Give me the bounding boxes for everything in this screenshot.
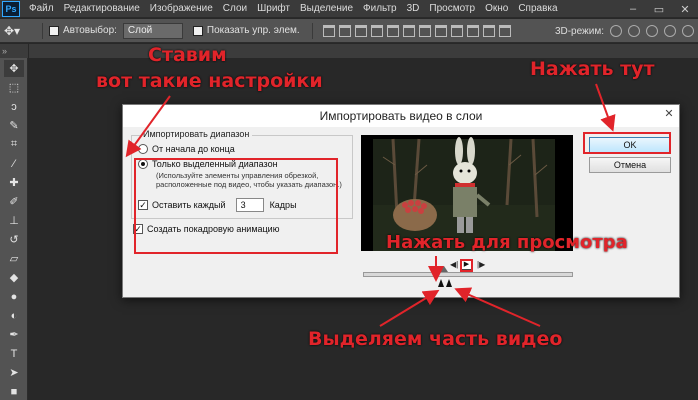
- next-frame-icon[interactable]: |▶: [477, 260, 485, 269]
- align-middle-icon[interactable]: [338, 24, 351, 37]
- menu-type[interactable]: Шрифт: [252, 0, 295, 18]
- tools-panel: ✥ ⬚ ↄ ✎ ⌗ ⁄ ✚ ✐ ⊥ ↺ ▱ ◆ ● ◐ ✒ T ➤ ■: [0, 58, 28, 400]
- radio-from-start-label: От начала до конца: [152, 144, 235, 154]
- distribute-bottom-icon[interactable]: [450, 24, 463, 37]
- marquee-tool-icon[interactable]: ⬚: [4, 79, 24, 96]
- annotation-select-part: Выделяем часть видео: [308, 328, 563, 350]
- path-select-tool-icon[interactable]: ➤: [4, 364, 24, 381]
- prev-frame-icon[interactable]: ◀|: [450, 260, 458, 269]
- menu-edit[interactable]: Редактирование: [59, 0, 145, 18]
- auto-select-label: Автовыбор:: [63, 25, 117, 36]
- shape-tool-icon[interactable]: ■: [4, 383, 24, 400]
- 3d-orbit-icon[interactable]: [610, 25, 622, 37]
- close-icon[interactable]: ✕: [672, 0, 698, 18]
- photoshop-logo: Ps: [2, 0, 20, 17]
- 3d-roll-icon[interactable]: [628, 25, 640, 37]
- import-range-legend: Импортировать диапазон: [140, 129, 253, 139]
- close-icon[interactable]: ✕: [663, 109, 675, 121]
- 3d-scale-icon[interactable]: [682, 25, 694, 37]
- eyedropper-tool-icon[interactable]: ⁄: [4, 155, 24, 172]
- paint-bucket-tool-icon[interactable]: ◆: [4, 269, 24, 286]
- ok-highlight-box: [583, 132, 671, 154]
- options-bar: ✥▾ Автовыбор: Слой Показать упр. элем. 3…: [0, 19, 698, 43]
- clone-stamp-tool-icon[interactable]: ⊥: [4, 212, 24, 229]
- minimize-icon[interactable]: –: [620, 0, 646, 18]
- trim-start-handle[interactable]: [438, 279, 444, 287]
- align-center-icon[interactable]: [386, 24, 399, 37]
- menu-image[interactable]: Изображение: [145, 0, 218, 18]
- lasso-tool-icon[interactable]: ↄ: [4, 98, 24, 115]
- menu-view[interactable]: Просмотр: [424, 0, 480, 18]
- settings-highlight-box: [134, 158, 338, 254]
- healing-brush-tool-icon[interactable]: ✚: [4, 174, 24, 191]
- auto-select-checkbox[interactable]: [49, 25, 59, 36]
- menu-file[interactable]: Файл: [24, 0, 59, 18]
- trim-end-handle[interactable]: [446, 279, 452, 287]
- 3d-pan-icon[interactable]: [646, 25, 658, 37]
- eraser-tool-icon[interactable]: ▱: [4, 250, 24, 267]
- pen-tool-icon[interactable]: ✒: [4, 326, 24, 343]
- align-bottom-icon[interactable]: [354, 24, 367, 37]
- menu-window[interactable]: Окно: [480, 0, 513, 18]
- show-transform-checkbox[interactable]: [192, 25, 203, 36]
- menu-bar: Ps Файл Редактирование Изображение Слои …: [0, 0, 698, 18]
- move-tool-icon[interactable]: ✥: [4, 60, 24, 77]
- 3d-mode-group: 3D-режим:: [555, 19, 694, 43]
- menu-layers[interactable]: Слои: [218, 0, 252, 18]
- restore-icon[interactable]: ▭: [646, 0, 672, 18]
- distribute-middle-icon[interactable]: [434, 24, 447, 37]
- quick-select-tool-icon[interactable]: ✎: [4, 117, 24, 134]
- cancel-button[interactable]: Отмена: [589, 157, 671, 173]
- distribute-right-icon[interactable]: [498, 24, 511, 37]
- annotation-settings-line1: Ставим: [148, 44, 227, 66]
- play-highlight-box: [460, 259, 473, 272]
- 3d-slide-icon[interactable]: [664, 25, 676, 37]
- crop-tool-icon[interactable]: ⌗: [4, 136, 24, 153]
- align-left-icon[interactable]: [370, 24, 383, 37]
- distribute-left-icon[interactable]: [466, 24, 479, 37]
- divider: [311, 22, 313, 39]
- window-controls: – ▭ ✕: [620, 0, 698, 18]
- video-trim-slider[interactable]: [363, 266, 573, 287]
- show-transform-label: Показать упр. элем.: [206, 25, 300, 36]
- brush-tool-icon[interactable]: ✐: [4, 193, 24, 210]
- divider: [42, 22, 43, 39]
- playhead-icon[interactable]: [440, 266, 448, 272]
- annotation-click-here: Нажать тут: [530, 58, 655, 80]
- menu-help[interactable]: Справка: [513, 0, 562, 18]
- history-brush-tool-icon[interactable]: ↺: [4, 231, 24, 248]
- menu-filter[interactable]: Фильтр: [358, 0, 402, 18]
- toolbar-header: »: [0, 44, 28, 58]
- menu-select[interactable]: Выделение: [295, 0, 358, 18]
- align-top-icon[interactable]: [322, 24, 335, 37]
- dialog-title: Импортировать видео в слои: [123, 105, 679, 127]
- annotation-click-preview: Нажать для просмотра: [386, 232, 628, 253]
- distribute-top-icon[interactable]: [418, 24, 431, 37]
- radio-from-start-button[interactable]: [138, 144, 148, 154]
- type-tool-icon[interactable]: T: [4, 345, 24, 362]
- radio-from-start[interactable]: От начала до конца: [138, 144, 235, 154]
- auto-select-dropdown[interactable]: Слой: [122, 22, 183, 39]
- align-buttons: [322, 24, 511, 37]
- dodge-tool-icon[interactable]: ◐: [4, 307, 24, 324]
- document-tab-strip: [29, 44, 698, 58]
- align-right-icon[interactable]: [402, 24, 415, 37]
- blur-tool-icon[interactable]: ●: [4, 288, 24, 305]
- distribute-center-icon[interactable]: [482, 24, 495, 37]
- annotation-settings-line2: вот такие настройки: [96, 70, 323, 92]
- move-tool-preset-icon[interactable]: ✥▾: [4, 21, 36, 41]
- menu-3d[interactable]: 3D: [402, 0, 425, 18]
- 3d-mode-label: 3D-режим:: [554, 25, 604, 37]
